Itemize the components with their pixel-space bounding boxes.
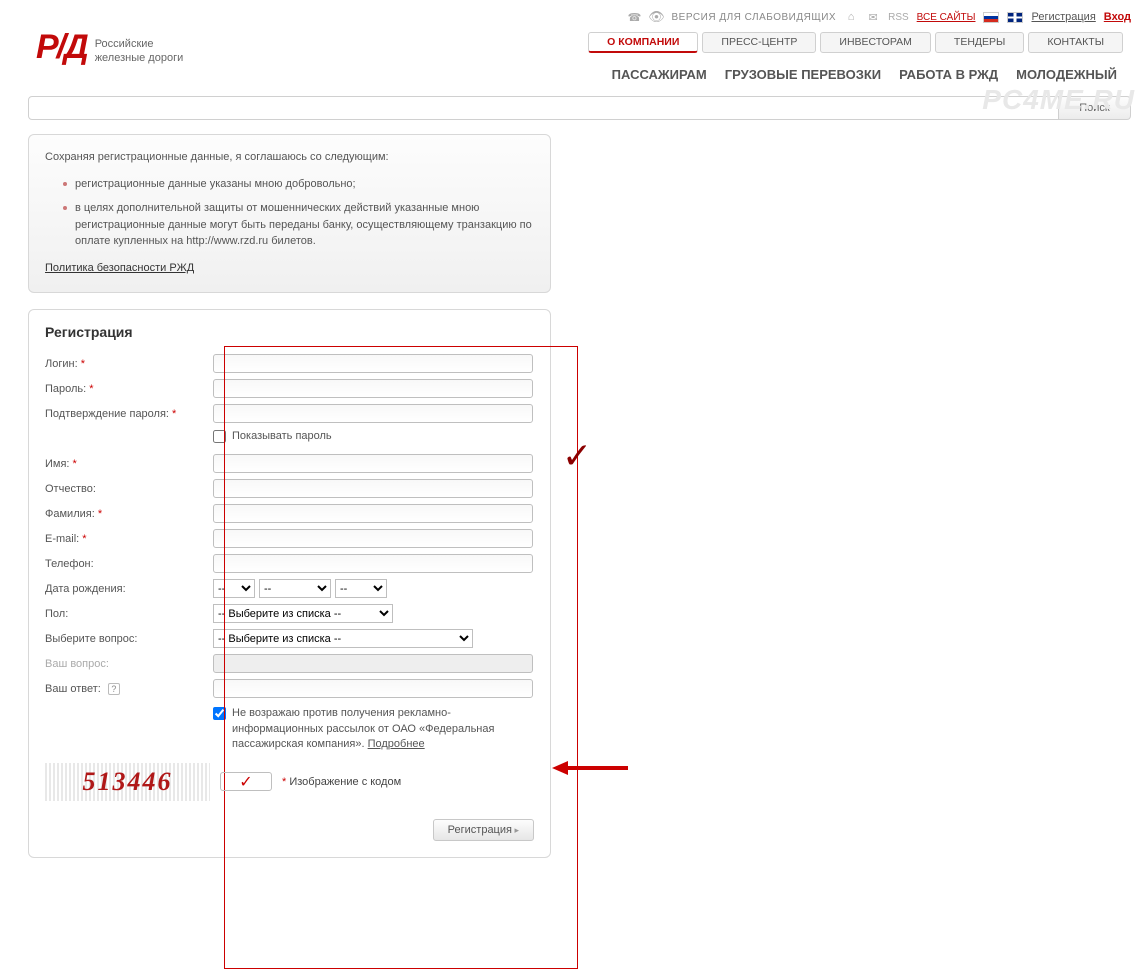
submit-button[interactable]: Регистрация [433,819,534,841]
eye-icon: 👁 [650,10,664,24]
mail-icon[interactable]: ✉ [866,10,880,24]
logo-line2: железные дороги [95,52,184,65]
checkbox-consent[interactable] [213,707,226,720]
label-question: Выберите вопрос: [45,633,213,645]
tab-press[interactable]: ПРЕСС-ЦЕНТР [702,32,816,53]
help-icon[interactable]: ? [108,683,120,695]
label-your-question: Ваш вопрос: [45,658,213,670]
select-question[interactable]: -- Выберите из списка -- [213,629,473,648]
label-show-password: Показывать пароль [232,429,332,444]
header: Р/Д Российские железные дороги О КОМПАНИ… [8,28,1137,94]
label-gender: Пол: [45,608,213,620]
input-phone[interactable] [213,554,533,573]
captcha-image: 513446 [45,763,210,801]
accessibility-link[interactable]: ВЕРСИЯ ДЛЯ СЛАБОВИДЯЩИХ [672,12,837,23]
logo-mark: Р/Д [36,28,87,67]
input-login[interactable] [213,354,533,373]
input-email[interactable] [213,529,533,548]
consent-more-link[interactable]: Подробнее [368,738,425,750]
flag-ru-icon[interactable] [983,12,999,23]
input-password[interactable] [213,379,533,398]
logo-text: Российские железные дороги [95,38,184,64]
logo[interactable]: Р/Д Российские железные дороги [36,32,183,71]
search-button[interactable]: Поиск [1059,96,1131,120]
label-your-answer: Ваш ответ: ? [45,683,213,695]
search-bar: Поиск [28,96,1131,120]
tab-about[interactable]: О КОМПАНИИ [588,32,698,53]
nav-passengers[interactable]: ПАССАЖИРАМ [612,67,707,82]
rss-link[interactable]: RSS [888,12,909,23]
all-sites-link[interactable]: ВСЕ САЙТЫ [917,12,976,23]
phone-icon: ☎ [628,10,642,24]
input-lastname[interactable] [213,504,533,523]
label-password-confirm: Подтверждение пароля: * [45,408,213,420]
label-login: Логин: * [45,358,213,370]
agreement-intro: Сохраняя регистрационные данные, я согла… [45,149,534,166]
register-link[interactable]: Регистрация [1031,11,1095,23]
login-link[interactable]: Вход [1104,11,1131,23]
select-dob-day[interactable]: -- [213,579,255,598]
nav-primary: О КОМПАНИИ ПРЕСС-ЦЕНТР ИНВЕСТОРАМ ТЕНДЕР… [588,32,1123,53]
search-input[interactable] [28,96,1059,120]
label-email: E-mail: * [45,533,213,545]
tab-contacts[interactable]: КОНТАКТЫ [1028,32,1123,53]
select-dob-month[interactable]: -- [259,579,331,598]
tab-investors[interactable]: ИНВЕСТОРАМ [820,32,931,53]
select-dob-year[interactable]: -- [335,579,387,598]
annotation-check-icon: ✓ [221,773,271,790]
agreement-panel: Сохраняя регистрационные данные, я согла… [28,134,551,293]
form-title: Регистрация [45,324,534,340]
input-your-question [213,654,533,673]
flag-en-icon[interactable] [1007,12,1023,23]
input-firstname[interactable] [213,454,533,473]
label-lastname: Фамилия: * [45,508,213,520]
label-captcha: * Изображение с кодом [282,776,401,788]
consent-text: Не возражаю против получения рекламно-ин… [232,706,534,752]
checkbox-show-password[interactable] [213,430,226,443]
agreement-item: регистрационные данные указаны мною добр… [63,176,534,193]
input-captcha[interactable]: ✓ [220,772,272,791]
agreement-item: в целях дополнительной защиты от мошенни… [63,200,534,250]
nav-cargo[interactable]: ГРУЗОВЫЕ ПЕРЕВОЗКИ [725,67,881,82]
label-password: Пароль: * [45,383,213,395]
label-dob: Дата рождения: [45,583,213,595]
input-password-confirm[interactable] [213,404,533,423]
top-bar: ☎ 👁 ВЕРСИЯ ДЛЯ СЛАБОВИДЯЩИХ ⌂ ✉ RSS ВСЕ … [8,6,1137,28]
home-icon[interactable]: ⌂ [844,10,858,24]
label-phone: Телефон: [45,558,213,570]
label-firstname: Имя: * [45,458,213,470]
input-middlename[interactable] [213,479,533,498]
nav-secondary: ПАССАЖИРАМ ГРУЗОВЫЕ ПЕРЕВОЗКИ РАБОТА В Р… [606,59,1123,92]
nav-youth[interactable]: МОЛОДЕЖНЫЙ [1016,67,1117,82]
annotation-arrow [552,758,628,778]
label-middlename: Отчество: [45,483,213,495]
logo-line1: Российские [95,38,184,51]
nav-jobs[interactable]: РАБОТА В РЖД [899,67,998,82]
policy-link[interactable]: Политика безопасности РЖД [45,262,194,274]
tab-tenders[interactable]: ТЕНДЕРЫ [935,32,1024,53]
input-your-answer[interactable] [213,679,533,698]
annotation-checkmark: ✓ [562,435,592,477]
select-gender[interactable]: -- Выберите из списка -- [213,604,393,623]
registration-form: Регистрация Логин: * Пароль: * Подтвержд… [28,309,551,858]
